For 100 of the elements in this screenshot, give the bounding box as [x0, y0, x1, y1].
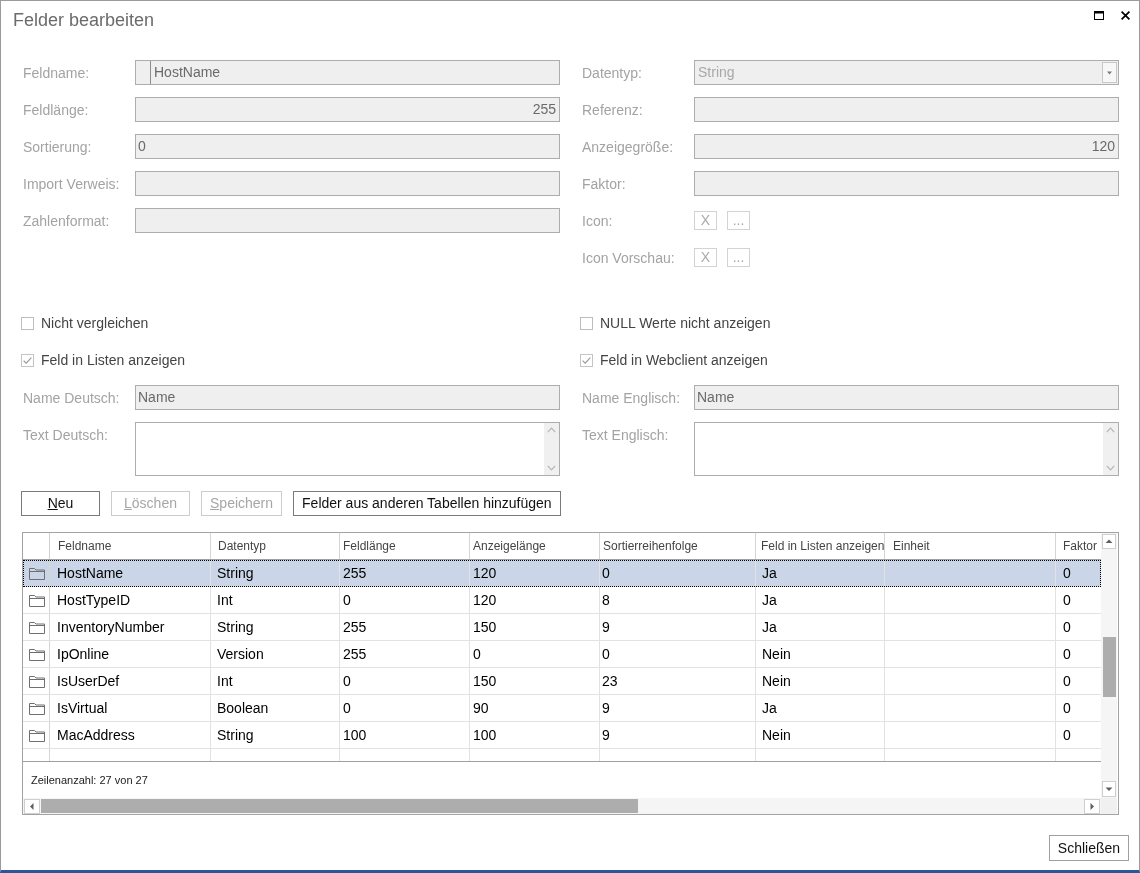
field-label: Referenz:: [582, 100, 644, 119]
table-cell: 8: [600, 587, 756, 613]
vertical-scrollbar[interactable]: [1101, 533, 1117, 798]
table-row[interactable]: HostName String 255 120 0 Ja 0: [23, 560, 1101, 587]
close-icon[interactable]: [1121, 11, 1130, 20]
column-header[interactable]: Feld in Listen anzeigen: [756, 533, 885, 559]
table-cell: Ja: [756, 587, 885, 613]
table-cell: String: [211, 722, 340, 748]
scrollbar[interactable]: [1103, 423, 1118, 475]
text-field[interactable]: 120: [694, 134, 1119, 159]
table-cell: 120: [470, 560, 600, 586]
text-field[interactable]: [694, 97, 1119, 122]
folder-icon: [29, 620, 45, 634]
table-cell: IpOnline: [50, 641, 211, 667]
column-header[interactable]: Anzeigelänge: [470, 533, 600, 559]
window-title: Felder bearbeiten: [13, 9, 155, 32]
scrollbar-thumb[interactable]: [41, 799, 638, 813]
table-cell: 100: [470, 722, 600, 748]
table-row[interactable]: IsVirtual Boolean 0 90 9 Ja 0: [23, 695, 1101, 722]
chevron-down-icon[interactable]: [1106, 465, 1115, 471]
table-row[interactable]: HostTypeID Int 0 120 8 Ja 0: [23, 587, 1101, 614]
text-area[interactable]: [694, 422, 1119, 476]
checkbox-label: NULL Werte nicht anzeigen: [600, 314, 771, 333]
text-area[interactable]: [135, 422, 560, 476]
column-header[interactable]: Sortierreihenfolge: [600, 533, 756, 559]
table-cell: 23: [600, 668, 756, 694]
table-cell: String: [211, 614, 340, 640]
new-button[interactable]: Neu: [21, 491, 100, 516]
table-cell: HostTypeID: [50, 587, 211, 613]
table-cell: String: [211, 560, 340, 586]
checkbox[interactable]: [580, 317, 593, 330]
column-header[interactable]: Datentyp: [211, 533, 340, 559]
checkbox[interactable]: [21, 317, 34, 330]
table-cell: Nein: [756, 722, 885, 748]
field-label: Feldname:: [23, 63, 91, 82]
table-cell: 150: [470, 668, 600, 694]
table-cell: IsVirtual: [50, 695, 211, 721]
folder-icon: [29, 674, 45, 688]
table-cell: Nein: [756, 668, 885, 694]
field-label: Text Englisch:: [582, 426, 670, 444]
table-cell: InventoryNumber: [50, 614, 211, 640]
text-field[interactable]: HostName: [135, 60, 560, 85]
close-button[interactable]: Schließen: [1049, 835, 1129, 861]
maximize-icon[interactable]: [1094, 11, 1104, 20]
checkbox[interactable]: [21, 354, 34, 367]
table-cell: 255: [340, 560, 470, 586]
add-fields-button[interactable]: Felder aus anderen Tabellen hinzufügen: [293, 491, 561, 516]
table-cell: 255: [340, 614, 470, 640]
field-label: Datentyp:: [582, 63, 643, 82]
table-row[interactable]: IsUserDef Int 0 150 23 Nein 0: [23, 668, 1101, 695]
field-label: Icon:: [582, 211, 614, 230]
checkbox-label: Feld in Webclient anzeigen: [600, 351, 768, 370]
table-cell: 0: [470, 641, 600, 667]
table-cell: 90: [470, 695, 600, 721]
table-cell: Ja: [756, 614, 885, 640]
column-header[interactable]: Einheit: [885, 533, 1056, 559]
field-label: Name Deutsch:: [23, 388, 121, 407]
table-cell: Ja: [756, 560, 885, 586]
table-row[interactable]: InventoryNumber String 255 150 9 Ja 0: [23, 614, 1101, 641]
table-cell: 0: [600, 641, 756, 667]
table-row[interactable]: MacAddress String 100 100 9 Nein 0: [23, 722, 1101, 749]
checkbox-label: Feld in Listen anzeigen: [41, 351, 185, 370]
scrollbar-thumb[interactable]: [1102, 637, 1116, 697]
text-field[interactable]: 255: [135, 97, 560, 122]
text-field[interactable]: [694, 171, 1119, 196]
text-field[interactable]: 0: [135, 134, 560, 159]
text-field[interactable]: Name: [135, 385, 560, 410]
text-field[interactable]: Name: [694, 385, 1119, 410]
checkbox-label: Nicht vergleichen: [41, 314, 149, 333]
table-cell: Version: [211, 641, 340, 667]
field-label: Anzeigegröße:: [582, 137, 675, 156]
column-header[interactable]: Feldname: [50, 533, 211, 559]
text-field[interactable]: [135, 171, 560, 196]
folder-icon: [29, 566, 45, 580]
table-cell: 255: [340, 641, 470, 667]
folder-icon: [29, 728, 45, 742]
table-cell: 150: [470, 614, 600, 640]
table-cell: Boolean: [211, 695, 340, 721]
text-field[interactable]: [135, 208, 560, 233]
table-row[interactable]: IpOnline Version 255 0 0 Nein 0: [23, 641, 1101, 668]
chevron-up-icon[interactable]: [547, 427, 556, 433]
field-label: Faktor:: [582, 174, 627, 193]
scrollbar[interactable]: [544, 423, 559, 475]
chevron-up-icon[interactable]: [1106, 427, 1115, 433]
field-label: Icon Vorschau:: [582, 248, 676, 267]
table-cell: Int: [211, 587, 340, 613]
field-label: Name Englisch:: [582, 388, 682, 407]
chevron-down-icon[interactable]: [547, 465, 556, 471]
checkbox[interactable]: [580, 354, 593, 367]
table-cell: 9: [600, 722, 756, 748]
field-label: Zahlenformat:: [23, 211, 111, 230]
column-header[interactable]: Feldlänge: [340, 533, 470, 559]
scrollbar-corner: [1101, 798, 1117, 814]
table-cell: 9: [600, 614, 756, 640]
table-cell: IsUserDef: [50, 668, 211, 694]
row-count-label: Zeilenanzahl: 27 von 27: [31, 772, 148, 788]
table-cell: Ja: [756, 695, 885, 721]
folder-icon: [29, 647, 45, 661]
horizontal-scrollbar[interactable]: [23, 798, 1101, 814]
table-cell: 120: [470, 587, 600, 613]
